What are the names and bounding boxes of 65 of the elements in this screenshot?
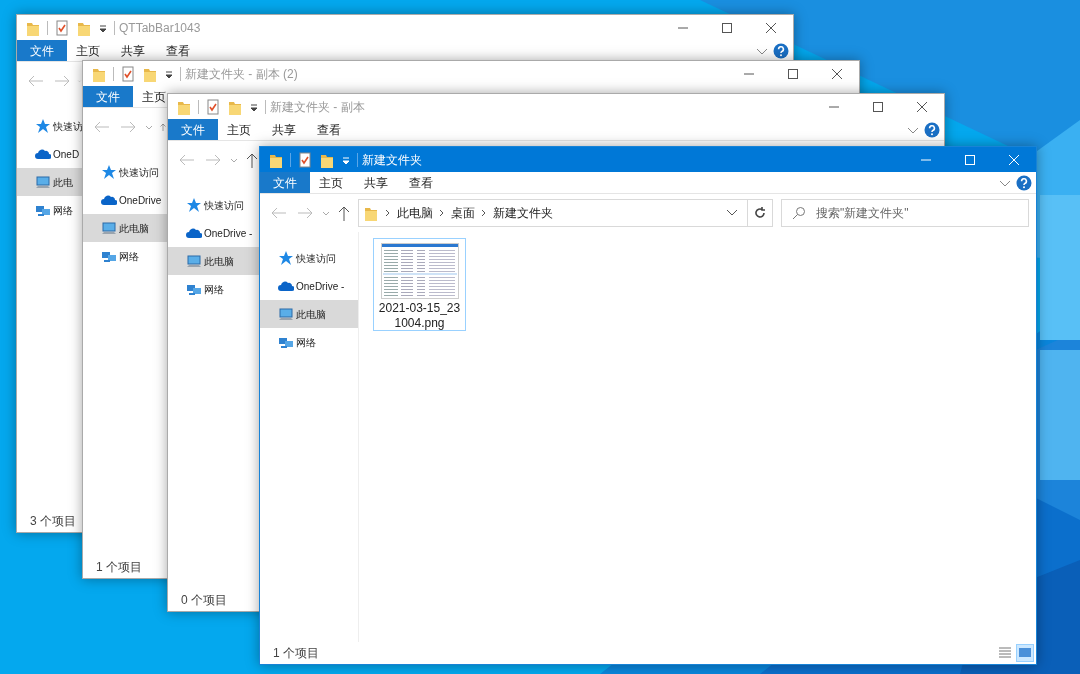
breadcrumb[interactable]: 新建文件夹 <box>493 204 553 222</box>
ribbon-tab[interactable]: 共享 <box>363 172 389 193</box>
help-icon[interactable] <box>773 42 789 59</box>
nav-item[interactable]: 此电 <box>17 168 82 196</box>
window-title: 新建文件夹 <box>362 151 422 169</box>
star-icon <box>186 197 202 213</box>
file-name: 2021-03-15_231004.png <box>377 301 462 331</box>
ribbon-tab[interactable]: 主页 <box>75 40 101 61</box>
properties-icon[interactable] <box>120 65 136 82</box>
large-icons-view-icon[interactable] <box>1016 644 1034 662</box>
ribbon-tab[interactable]: 查看 <box>165 40 191 61</box>
computer-icon <box>186 253 202 269</box>
nav-item[interactable]: OneDrive - <box>168 219 259 247</box>
status-text: 1 个项目 <box>96 559 142 576</box>
search-field[interactable]: 搜索"新建文件夹" <box>781 199 1029 227</box>
nav-item[interactable]: 快速访问 <box>168 191 259 219</box>
star-icon <box>35 118 51 134</box>
ribbon-tab[interactable]: 主页 <box>141 86 167 107</box>
status-text: 0 个项目 <box>181 592 227 609</box>
help-icon[interactable] <box>924 121 940 138</box>
window-title: 新建文件夹 - 副本 (2) <box>185 65 298 83</box>
nav-item[interactable]: 快速访问 <box>260 244 358 272</box>
nav-item[interactable]: 快速访 <box>17 112 82 140</box>
search-icon <box>792 206 806 220</box>
refresh-icon <box>753 206 767 220</box>
window-title: QTTabBar1043 <box>119 19 201 37</box>
computer-icon <box>35 174 51 190</box>
file-menu-tab[interactable]: 文件 <box>17 40 67 61</box>
ribbon-tab[interactable]: 查看 <box>408 172 434 193</box>
window-title: 新建文件夹 - 副本 <box>270 98 365 116</box>
breadcrumb[interactable]: 此电脑 <box>397 204 433 222</box>
properties-icon[interactable] <box>54 19 70 36</box>
star-icon <box>278 250 294 266</box>
file-menu-tab[interactable]: 文件 <box>168 119 218 140</box>
ribbon-tab[interactable]: 查看 <box>316 119 342 140</box>
properties-icon[interactable] <box>297 151 313 168</box>
nav-item[interactable]: OneDrive - <box>260 272 358 300</box>
nav-item[interactable]: OneDrive <box>83 186 167 214</box>
nav-item[interactable]: 网络 <box>83 242 167 270</box>
nav-item[interactable]: 网络 <box>168 275 259 303</box>
status-text: 1 个项目 <box>273 645 319 662</box>
star-icon <box>101 164 117 180</box>
nav-item[interactable]: 网络 <box>17 196 82 224</box>
file-menu-tab[interactable]: 文件 <box>260 172 310 193</box>
breadcrumb[interactable]: 桌面 <box>451 204 475 222</box>
file-item[interactable]: 2021-03-15_231004.png <box>373 238 466 331</box>
properties-icon[interactable] <box>205 98 221 115</box>
file-menu-tab[interactable]: 文件 <box>83 86 133 107</box>
computer-icon <box>101 220 117 236</box>
refresh-button[interactable] <box>747 199 773 227</box>
nav-item[interactable]: 网络 <box>260 328 358 356</box>
folder-icon <box>363 205 379 221</box>
nav-item[interactable]: 此电脑 <box>168 247 259 275</box>
help-icon[interactable] <box>1016 174 1032 191</box>
nav-item[interactable]: 快速访问 <box>83 158 167 186</box>
computer-icon <box>278 306 294 322</box>
ribbon-tab[interactable]: 共享 <box>271 119 297 140</box>
ribbon-tab[interactable]: 主页 <box>318 172 344 193</box>
nav-item[interactable]: 此电脑 <box>83 214 167 242</box>
nav-item[interactable]: 此电脑 <box>260 300 358 328</box>
ribbon-tab[interactable]: 主页 <box>226 119 252 140</box>
nav-item[interactable]: OneD <box>17 140 82 168</box>
status-text: 3 个项目 <box>30 513 76 530</box>
ribbon-tab[interactable]: 共享 <box>120 40 146 61</box>
address-bar[interactable]: 此电脑 桌面 新建文件夹 <box>358 199 748 227</box>
